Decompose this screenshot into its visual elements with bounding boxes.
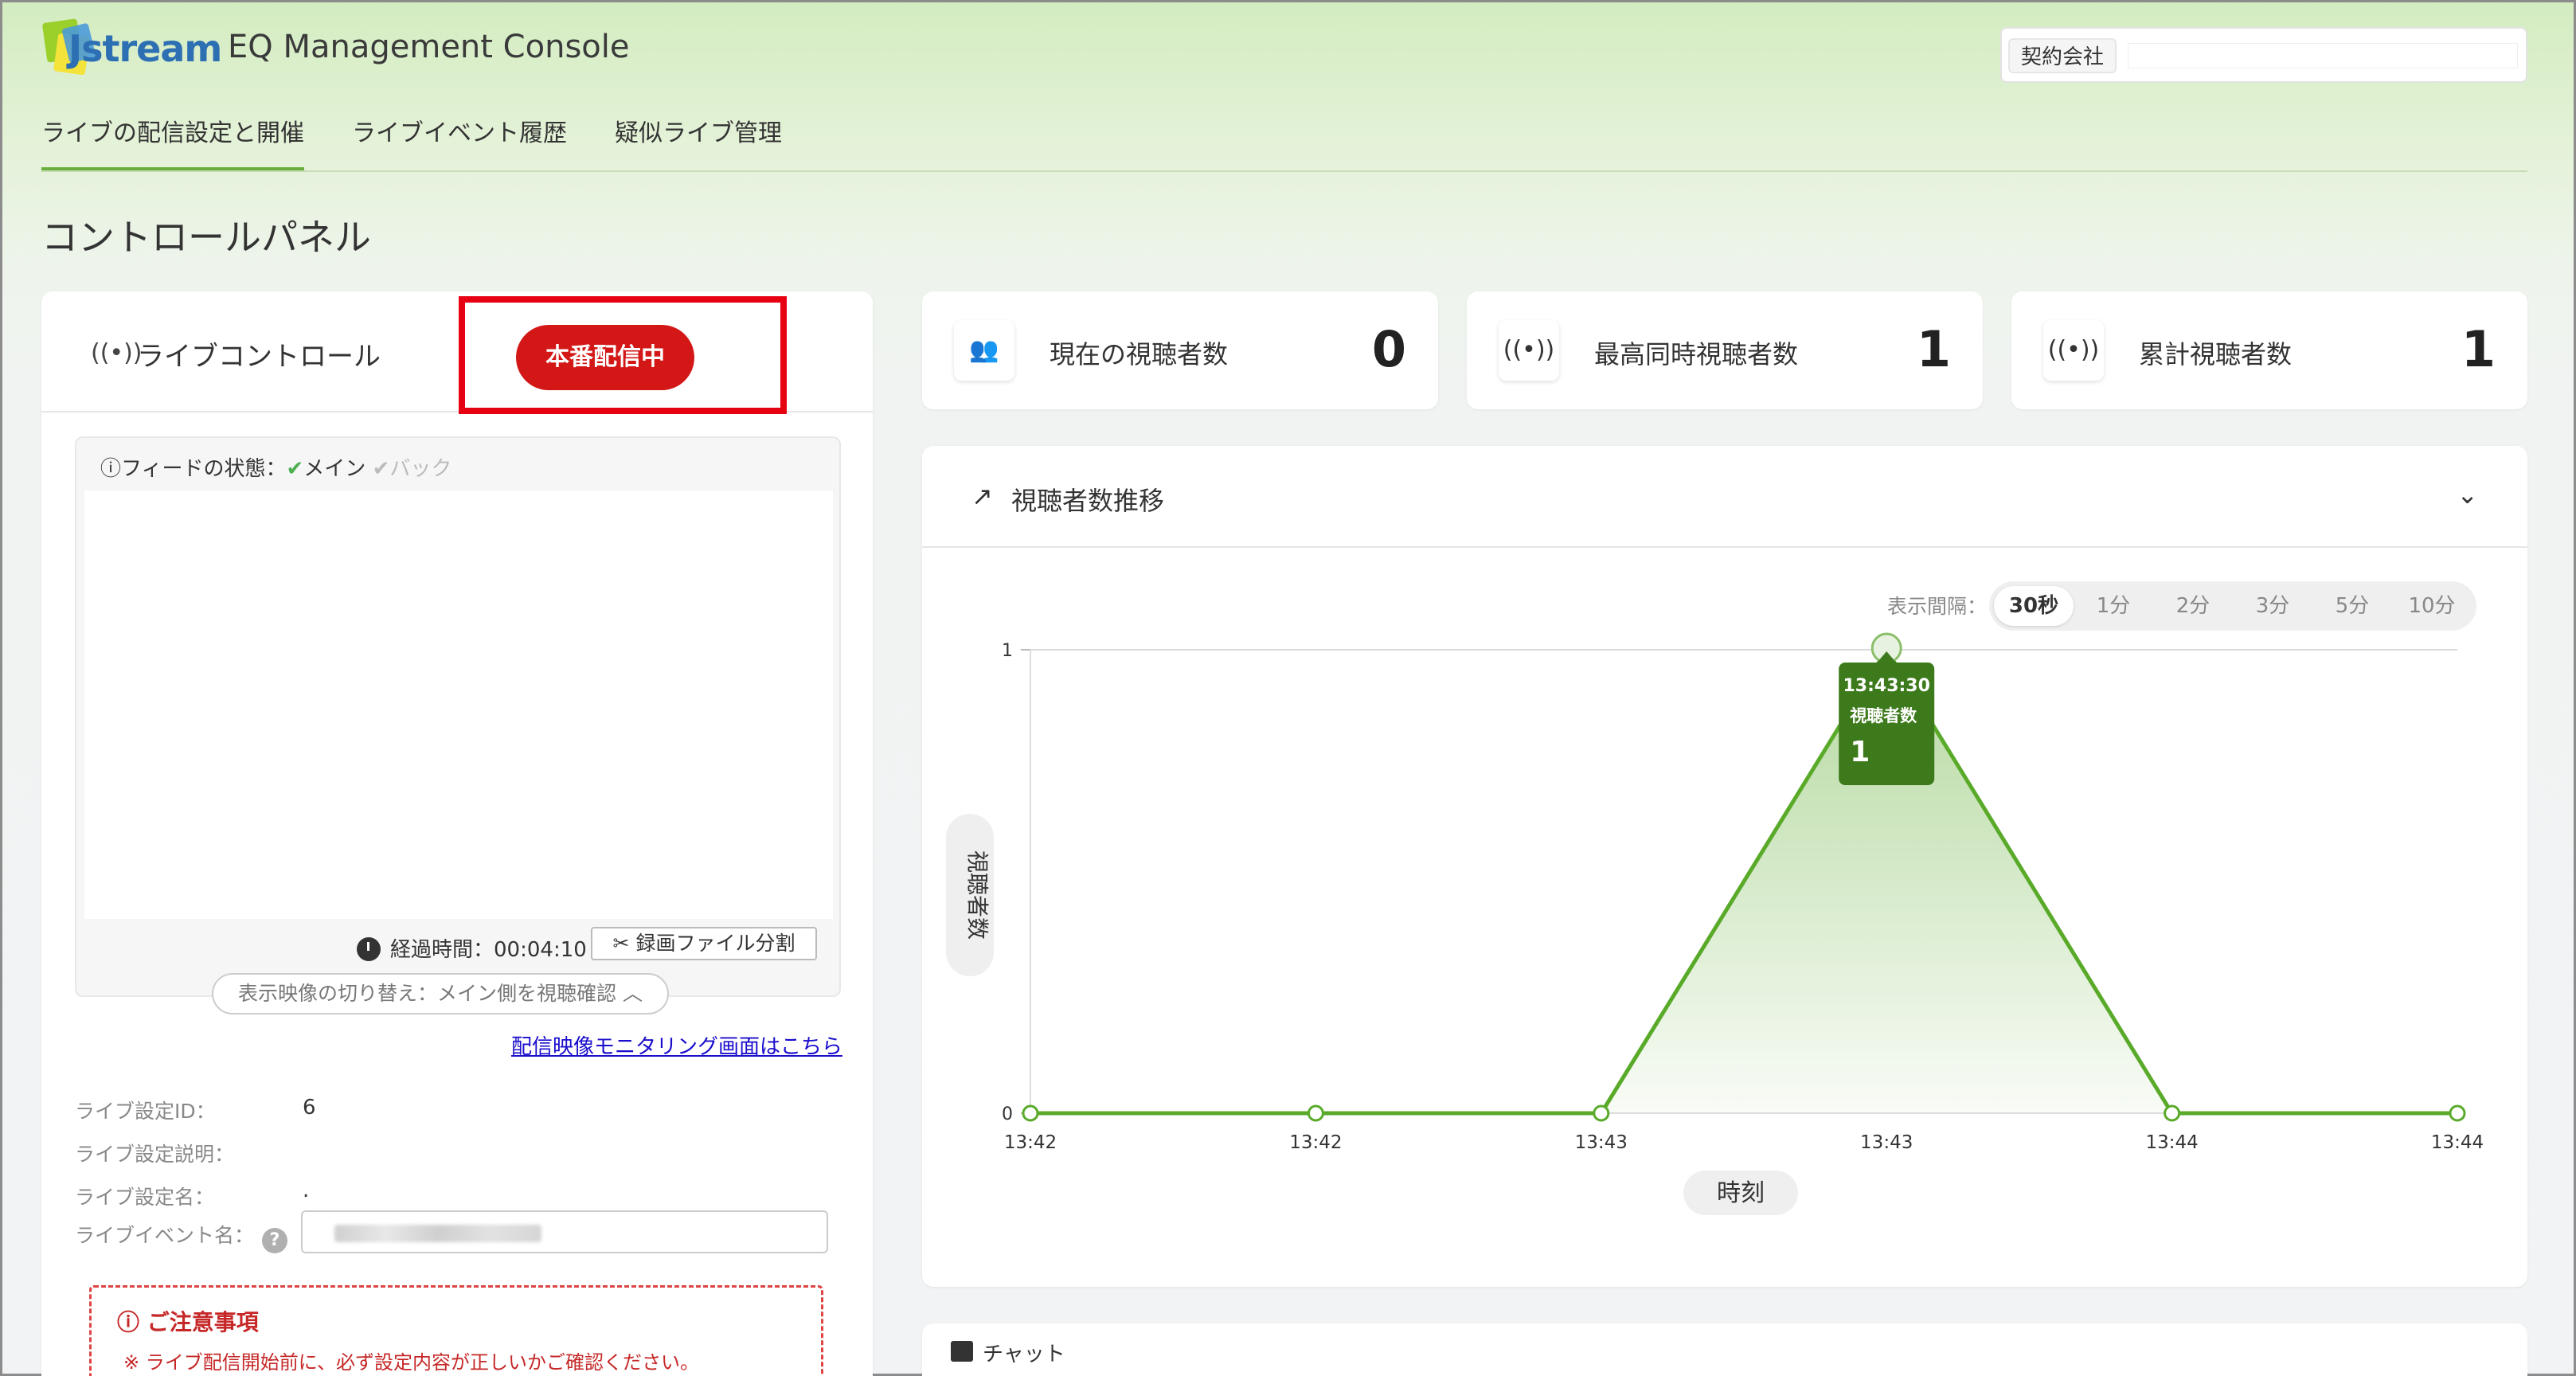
company-selector[interactable]: 契約会社 [2000,27,2527,83]
check-circle-icon: ✔ [372,457,390,481]
elapsed-value: 00:04:10 [494,938,587,962]
nav-live-settings[interactable]: ライブの配信設定と開催 [41,108,304,170]
feed-back-label: バック [389,457,452,481]
live-control-header: ((•)) ライブコントロール 本番配信中 [41,291,873,414]
x-tick-label: 13:44 [2431,1132,2484,1153]
x-tick-label: 13:43 [1860,1132,1913,1153]
video-switch-label: 表示映像の切り替え：メイン側を視聴確認 [238,982,617,1005]
data-point [2164,1104,2181,1122]
broadcast-icon: ((•)) [91,339,143,367]
nav-event-history[interactable]: ライブイベント履歴 [352,108,567,170]
field-value-id: 6 [303,1096,316,1120]
stat-value: 1 [2461,320,2496,378]
stat-label: 最高同時視聴者数 [1594,339,1799,369]
tooltip-value: 1 [1850,736,1870,768]
y-axis-title: 視聴者数 [964,850,991,940]
viewer-trend-header[interactable]: ↗ 視聴者数推移 ⌄ [922,446,2527,548]
clock-icon [357,937,381,961]
company-value [2128,43,2518,68]
live-status-button[interactable]: 本番配信中 [516,325,694,390]
app-title: EQ Management Console [228,29,630,65]
company-label: 契約会社 [2008,38,2117,73]
event-name-label: ライブイベント名： [75,1224,255,1247]
live-control-panel: ((•)) ライブコントロール 本番配信中 ⓘフィードの状態：✔メイン ✔バック… [41,291,873,1376]
stat-value: 0 [1371,320,1406,378]
y-tick-label: 1 [1002,641,1013,661]
data-point [1307,1104,1324,1122]
tooltip-label: 視聴者数 [1849,706,1917,725]
notice-title-text: ご注意事項 [147,1309,259,1335]
trending-up-icon: ↗ [971,481,993,511]
field-label-event-name: ライブイベント名：? [75,1220,288,1253]
chevron-up-icon: ︿ [622,982,643,1005]
tooltip-time: 13:43:30 [1843,676,1929,696]
info-icon: ⓘ [100,457,122,481]
data-point [1593,1104,1610,1122]
event-name-input[interactable] [301,1210,828,1253]
field-label-id: ライブ設定ID： [75,1100,216,1123]
viewer-chart: 0 1 13:42 13:42 13:43 13:43 13:44 13:44 時刻 視聴者数 13… [946,632,2484,1215]
split-recording-button[interactable]: ✂ 録画ファイル分割 [591,927,817,960]
x-tick-label: 13:43 [1575,1132,1628,1153]
x-tick-label: 13:42 [1289,1132,1342,1153]
feed-status-label: フィードの状態： [121,457,287,481]
broadcast-icon: ((•)) [2043,320,2104,381]
stat-value: 1 [1916,320,1951,378]
data-point [1022,1104,1039,1122]
viewer-trend-card: ↗ 視聴者数推移 ⌄ 表示間隔： 30秒 1分 2分 3分 5分 10分 011… [922,446,2527,1287]
notice-title: ⓘ ご注意事項 [117,1305,259,1337]
main-nav: ライブの配信設定と開催 ライブイベント履歴 疑似ライブ管理 [41,108,782,170]
feed-main-label: メイン [303,457,366,481]
video-switch-toggle[interactable]: 表示映像の切り替え：メイン側を視聴確認 ︿ [212,973,669,1014]
live-control-title: ライブコントロール [137,341,381,373]
x-axis-title: 時刻 [1717,1179,1765,1207]
nav-pseudo-live[interactable]: 疑似ライブ管理 [615,108,782,170]
scissors-icon: ✂ [612,932,630,955]
x-tick-label: 13:44 [2145,1132,2198,1153]
y-tick-label: 0 [1002,1104,1013,1124]
field-label-name: ライブ設定名： [75,1186,215,1209]
live-button-highlight: 本番配信中 [459,296,787,414]
broadcast-icon: ((•)) [1499,320,1559,381]
monitoring-link[interactable]: 配信映像モニタリング画面はこちら [511,1030,842,1060]
field-label-description: ライブ設定説明： [75,1143,235,1166]
check-circle-icon: ✔ [286,457,304,481]
stat-total-viewers: ((•)) 累計視聴者数 1 [2011,291,2527,409]
chat-card: チャット [922,1323,2527,1376]
info-icon: ⓘ [117,1309,140,1335]
feed-status: ⓘフィードの状態：✔メイン ✔バック [100,452,451,482]
chevron-down-icon[interactable]: ⌄ [2457,479,2478,510]
data-point [2449,1104,2466,1122]
chat-title: チャット [983,1343,1065,1366]
viewer-trend-title: 視聴者数推移 [1011,486,1165,516]
logo-text: Jstream [68,27,222,70]
people-icon: 👥 [954,320,1014,381]
stat-label: 現在の視聴者数 [1050,339,1229,369]
field-value-name: . [303,1179,310,1202]
help-icon[interactable]: ? [262,1228,288,1253]
stat-current-viewers: 👥 現在の視聴者数 0 [922,291,1438,409]
stat-peak-viewers: ((•)) 最高同時視聴者数 1 [1467,291,1983,409]
blurred-value [334,1225,541,1242]
split-recording-label: 録画ファイル分割 [635,932,795,955]
video-player[interactable] [84,491,833,919]
elapsed-label: 経過時間： [390,938,494,962]
feed-preview: ⓘフィードの状態：✔メイン ✔バック 経過時間：00:04:10 ✂ 録画ファイ… [75,436,841,997]
stat-label: 累計視聴者数 [2139,339,2293,369]
page-title: コントロールパネル [41,216,371,259]
x-tick-label: 13:42 [1004,1132,1057,1153]
nav-divider [41,170,2527,172]
chat-icon [951,1341,973,1362]
jstream-logo[interactable]: Jstream [41,18,222,76]
elapsed-time: 経過時間：00:04:10 [357,933,587,963]
notice-box: ⓘ ご注意事項 ※ ライブ配信開始前に、必ず設定内容が正しいかご確認ください。 [89,1285,823,1376]
notice-text: ※ ライブ配信開始前に、必ず設定内容が正しいかご確認ください。 [123,1351,700,1374]
